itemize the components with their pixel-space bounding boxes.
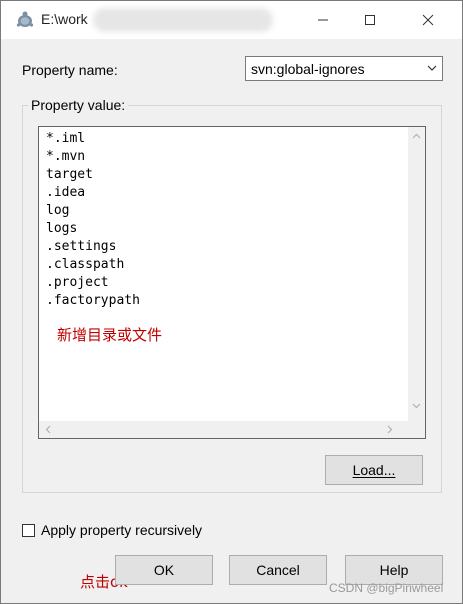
property-value-legend: Property value:	[28, 97, 129, 113]
title-redaction	[93, 8, 273, 32]
watermark: CSDN @bigPinwheel	[329, 581, 444, 595]
scroll-right-icon[interactable]	[387, 425, 393, 434]
minimize-icon	[318, 19, 328, 21]
annotation-add-dir: 新增目录或文件	[57, 326, 163, 344]
title-bar[interactable]: E:\work	[1, 1, 462, 39]
value-line: .classpath	[46, 257, 125, 272]
close-icon	[422, 14, 434, 26]
property-name-label: Property name:	[22, 62, 118, 78]
load-button-label: Load...	[352, 462, 396, 478]
vertical-scrollbar[interactable]	[408, 127, 425, 421]
ok-button[interactable]: OK	[115, 555, 213, 585]
load-button[interactable]: Load...	[325, 455, 423, 485]
value-line: .settings	[46, 239, 117, 254]
value-line: .idea	[46, 185, 86, 200]
recursive-checkbox-row[interactable]: Apply property recursively	[22, 522, 202, 538]
value-line: .project	[46, 275, 109, 290]
scroll-up-icon[interactable]	[412, 133, 421, 139]
value-line: *.iml	[46, 131, 86, 146]
recursive-checkbox[interactable]	[22, 523, 35, 537]
minimize-button[interactable]	[300, 1, 346, 39]
property-value-lines: *.iml *.mvn target .idea log logs .setti…	[46, 130, 140, 310]
window-title: E:\work	[41, 11, 88, 27]
value-line: logs	[46, 221, 78, 236]
scrollbar-corner	[408, 421, 425, 438]
chevron-down-icon	[427, 65, 437, 71]
recursive-checkbox-label: Apply property recursively	[41, 522, 203, 538]
property-name-value: svn:global-ignores	[251, 61, 365, 77]
maximize-icon	[365, 15, 375, 25]
help-button-label: Help	[379, 562, 409, 578]
value-line: *.mvn	[46, 149, 86, 164]
scroll-down-icon[interactable]	[412, 403, 421, 409]
close-button[interactable]	[405, 1, 451, 39]
ok-button-label: OK	[153, 562, 175, 578]
cancel-button[interactable]: Cancel	[229, 555, 327, 585]
cancel-button-label: Cancel	[256, 562, 300, 578]
properties-dialog: E:\work Property name: svn:global-ignore…	[0, 0, 463, 604]
property-name-select[interactable]: svn:global-ignores	[245, 56, 443, 81]
horizontal-scrollbar[interactable]	[39, 421, 408, 438]
value-line: target	[46, 167, 93, 182]
property-value-textarea[interactable]: *.iml *.mvn target .idea log logs .setti…	[38, 126, 426, 439]
value-line: log	[46, 203, 70, 218]
value-line: .factorypath	[46, 293, 140, 308]
tortoise-svn-icon	[16, 11, 34, 27]
scroll-left-icon[interactable]	[45, 425, 51, 434]
maximize-button[interactable]	[347, 1, 393, 39]
